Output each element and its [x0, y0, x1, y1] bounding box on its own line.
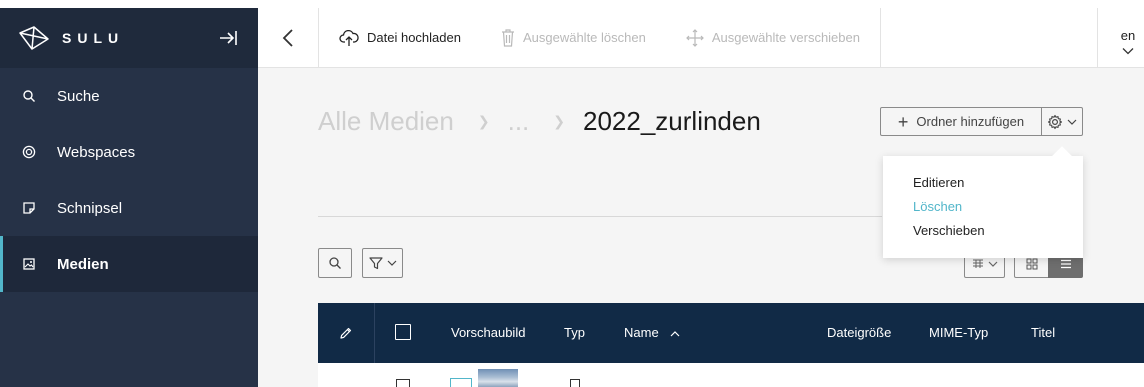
document-icon: [570, 379, 580, 387]
menu-item-delete[interactable]: Löschen: [883, 200, 1083, 224]
trash-icon: [501, 28, 514, 47]
sidebar-item-label: Suche: [57, 87, 100, 105]
menu-item-edit[interactable]: Editieren: [883, 176, 1083, 200]
plus-icon: +: [897, 111, 909, 132]
file-type-icon: [450, 378, 472, 387]
pencil-icon: [340, 327, 352, 339]
toolbar-divider: [1097, 8, 1098, 68]
sidebar: SULU Suche Webspaces Schnipsel Medien: [0, 8, 258, 387]
chevron-down-icon: [1067, 119, 1077, 125]
divider: [318, 216, 882, 217]
grid-icon: [1026, 258, 1037, 270]
select-all-checkbox[interactable]: [395, 324, 411, 340]
toolbar-divider: [880, 8, 881, 68]
table-row[interactable]: [318, 363, 1144, 387]
sidebar-header: SULU: [0, 8, 258, 68]
add-folder-button[interactable]: + Ordner hinzufügen: [880, 107, 1042, 136]
sidebar-item-suche[interactable]: Suche: [0, 68, 258, 124]
move-icon: [685, 28, 704, 47]
search-icon: [23, 90, 35, 102]
edit-column-button[interactable]: [318, 303, 375, 363]
search-icon: [329, 257, 341, 269]
sort-ascending-icon: [670, 330, 680, 336]
toolbar: Datei hochladen Ausgewählte löschen Ausg…: [258, 7, 1144, 68]
back-button[interactable]: [258, 7, 319, 68]
column-header-filesize[interactable]: Dateigröße: [827, 325, 891, 340]
menu-item-move[interactable]: Verschieben: [883, 224, 1083, 248]
filter-button[interactable]: [362, 248, 403, 278]
sulu-logo-icon[interactable]: [18, 25, 50, 51]
collapse-sidebar-icon[interactable]: [218, 28, 238, 48]
chevron-left-icon: [282, 28, 293, 47]
upload-file-button[interactable]: Datei hochladen: [339, 8, 461, 68]
sidebar-item-label: Schnipsel: [57, 199, 123, 217]
logo-text[interactable]: SULU: [62, 30, 124, 46]
cloud-upload-icon: [339, 29, 359, 46]
column-header-preview[interactable]: Vorschaubild: [451, 325, 525, 340]
media-thumbnail[interactable]: [478, 369, 518, 387]
add-folder-label: Ordner hinzufügen: [916, 114, 1025, 129]
list-icon: [1060, 259, 1071, 269]
row-checkbox[interactable]: [396, 379, 410, 387]
column-header-type[interactable]: Typ: [564, 325, 585, 340]
sidebar-item-webspaces[interactable]: Webspaces: [0, 124, 258, 180]
page-title: 2022_zurlinden: [583, 106, 761, 136]
media-content: Alle Medien ❯ ... ❯ 2022_zurlinden + Ord…: [258, 68, 1144, 387]
upload-file-label: Datei hochladen: [367, 30, 461, 45]
column-header-title[interactable]: Titel: [1031, 325, 1055, 340]
move-selected-button[interactable]: Ausgewählte verschieben: [685, 8, 860, 68]
sidebar-item-label: Medien: [57, 255, 109, 273]
sidebar-item-schnipsel[interactable]: Schnipsel: [0, 180, 258, 236]
folder-actions-menu: Editieren Löschen Verschieben: [883, 156, 1083, 258]
breadcrumb-root[interactable]: Alle Medien: [318, 106, 454, 137]
chevron-down-icon: [1122, 48, 1134, 55]
table-header: Vorschaubild Typ Name Dateigröße MIME-Ty…: [318, 303, 1144, 363]
chevron-down-icon: [988, 261, 997, 267]
column-header-name-label: Name: [624, 325, 659, 340]
gear-icon: [1047, 114, 1063, 129]
delete-selected-label: Ausgewählte löschen: [522, 30, 646, 45]
columns-icon: [972, 259, 983, 268]
folder-settings-button[interactable]: [1041, 107, 1083, 136]
sidebar-item-medien[interactable]: Medien: [0, 236, 258, 292]
snippet-icon: [23, 202, 35, 214]
breadcrumb-separator-icon: ❯: [477, 113, 490, 129]
chevron-down-icon: [387, 260, 396, 266]
filter-icon: [368, 257, 383, 270]
column-header-name[interactable]: Name: [624, 325, 680, 340]
breadcrumb-ellipsis[interactable]: ...: [508, 106, 530, 137]
search-button[interactable]: [318, 248, 352, 278]
locale-value: en: [1120, 28, 1136, 43]
move-selected-label: Ausgewählte verschieben: [711, 30, 860, 45]
image-icon: [23, 258, 35, 270]
sidebar-item-label: Webspaces: [57, 143, 136, 161]
locale-select[interactable]: en: [1120, 28, 1136, 58]
breadcrumb-separator-icon: ❯: [553, 113, 565, 129]
delete-selected-button[interactable]: Ausgewählte löschen: [501, 8, 646, 68]
target-icon: [22, 145, 36, 159]
breadcrumb: Alle Medien ❯ ... ❯ 2022_zurlinden: [318, 106, 761, 137]
column-header-mime-type[interactable]: MIME-Typ: [929, 325, 988, 340]
